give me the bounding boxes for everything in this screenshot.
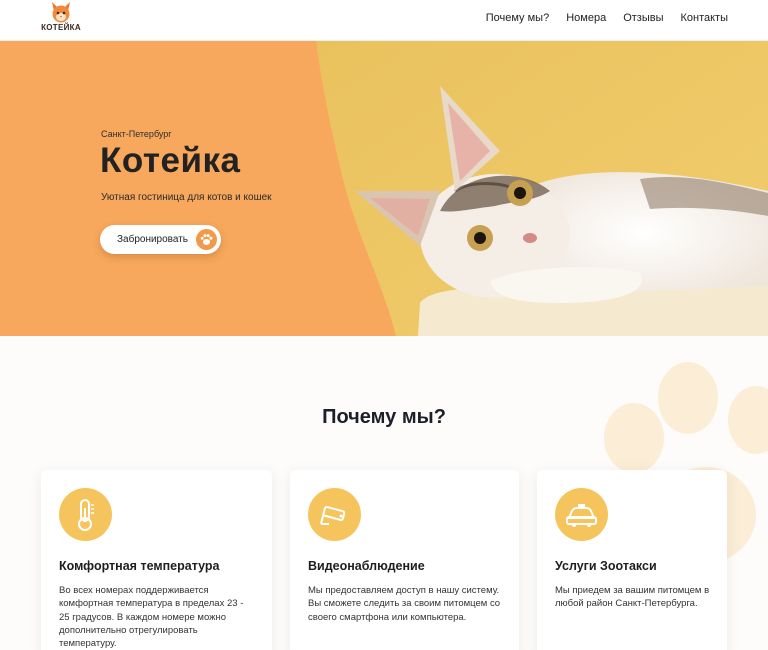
taxi-icon <box>555 488 608 541</box>
card-title: Услуги Зоотакси <box>555 559 657 573</box>
hero-title: Котейка <box>100 141 241 180</box>
main-nav: Почему мы? Номера Отзывы Контакты <box>469 12 728 24</box>
hero-subtitle: Уютная гостиница для котов и кошек <box>101 192 272 203</box>
nav-link-contacts[interactable]: Контакты <box>680 12 728 24</box>
nav-link-reviews[interactable]: Отзывы <box>623 12 663 24</box>
paw-icon <box>196 229 217 250</box>
why-us-title: Почему мы? <box>322 406 446 428</box>
feature-card-taxi: Услуги Зоотакси Мы приедем за вашим пито… <box>537 470 727 650</box>
thermometer-icon <box>59 488 112 541</box>
book-button-label: Забронировать <box>117 234 189 245</box>
card-text: Мы предоставляем доступ в нашу систему. … <box>308 585 501 623</box>
hero-orange-shape <box>0 41 396 336</box>
nav-link-why[interactable]: Почему мы? <box>486 12 549 24</box>
book-button[interactable]: Забронировать <box>100 225 221 254</box>
nav-link-rooms[interactable]: Номера <box>566 12 606 24</box>
hero-section: Санкт-Петербург Котейка Уютная гостиница… <box>0 41 768 336</box>
feature-card-video: Видеонаблюдение Мы предоставляем доступ … <box>290 470 519 650</box>
site-header: КОТЕЙКА Почему мы? Номера Отзывы Контакт… <box>0 0 768 41</box>
card-text: Во всех номерах поддерживается комфортна… <box>59 585 244 650</box>
card-title: Видеонаблюдение <box>308 559 425 573</box>
logo-text: КОТЕЙКА <box>41 23 81 32</box>
card-text: Мы приедем за вашим питомцем в любой рай… <box>555 585 710 610</box>
hero-city: Санкт-Петербург <box>101 129 172 139</box>
logo[interactable]: КОТЕЙКА <box>40 0 82 36</box>
card-title: Комфортная температура <box>59 559 220 573</box>
cat-logo-icon <box>52 2 70 23</box>
camera-icon <box>308 488 361 541</box>
feature-card-temperature: Комфортная температура Во всех номерах п… <box>41 470 272 650</box>
